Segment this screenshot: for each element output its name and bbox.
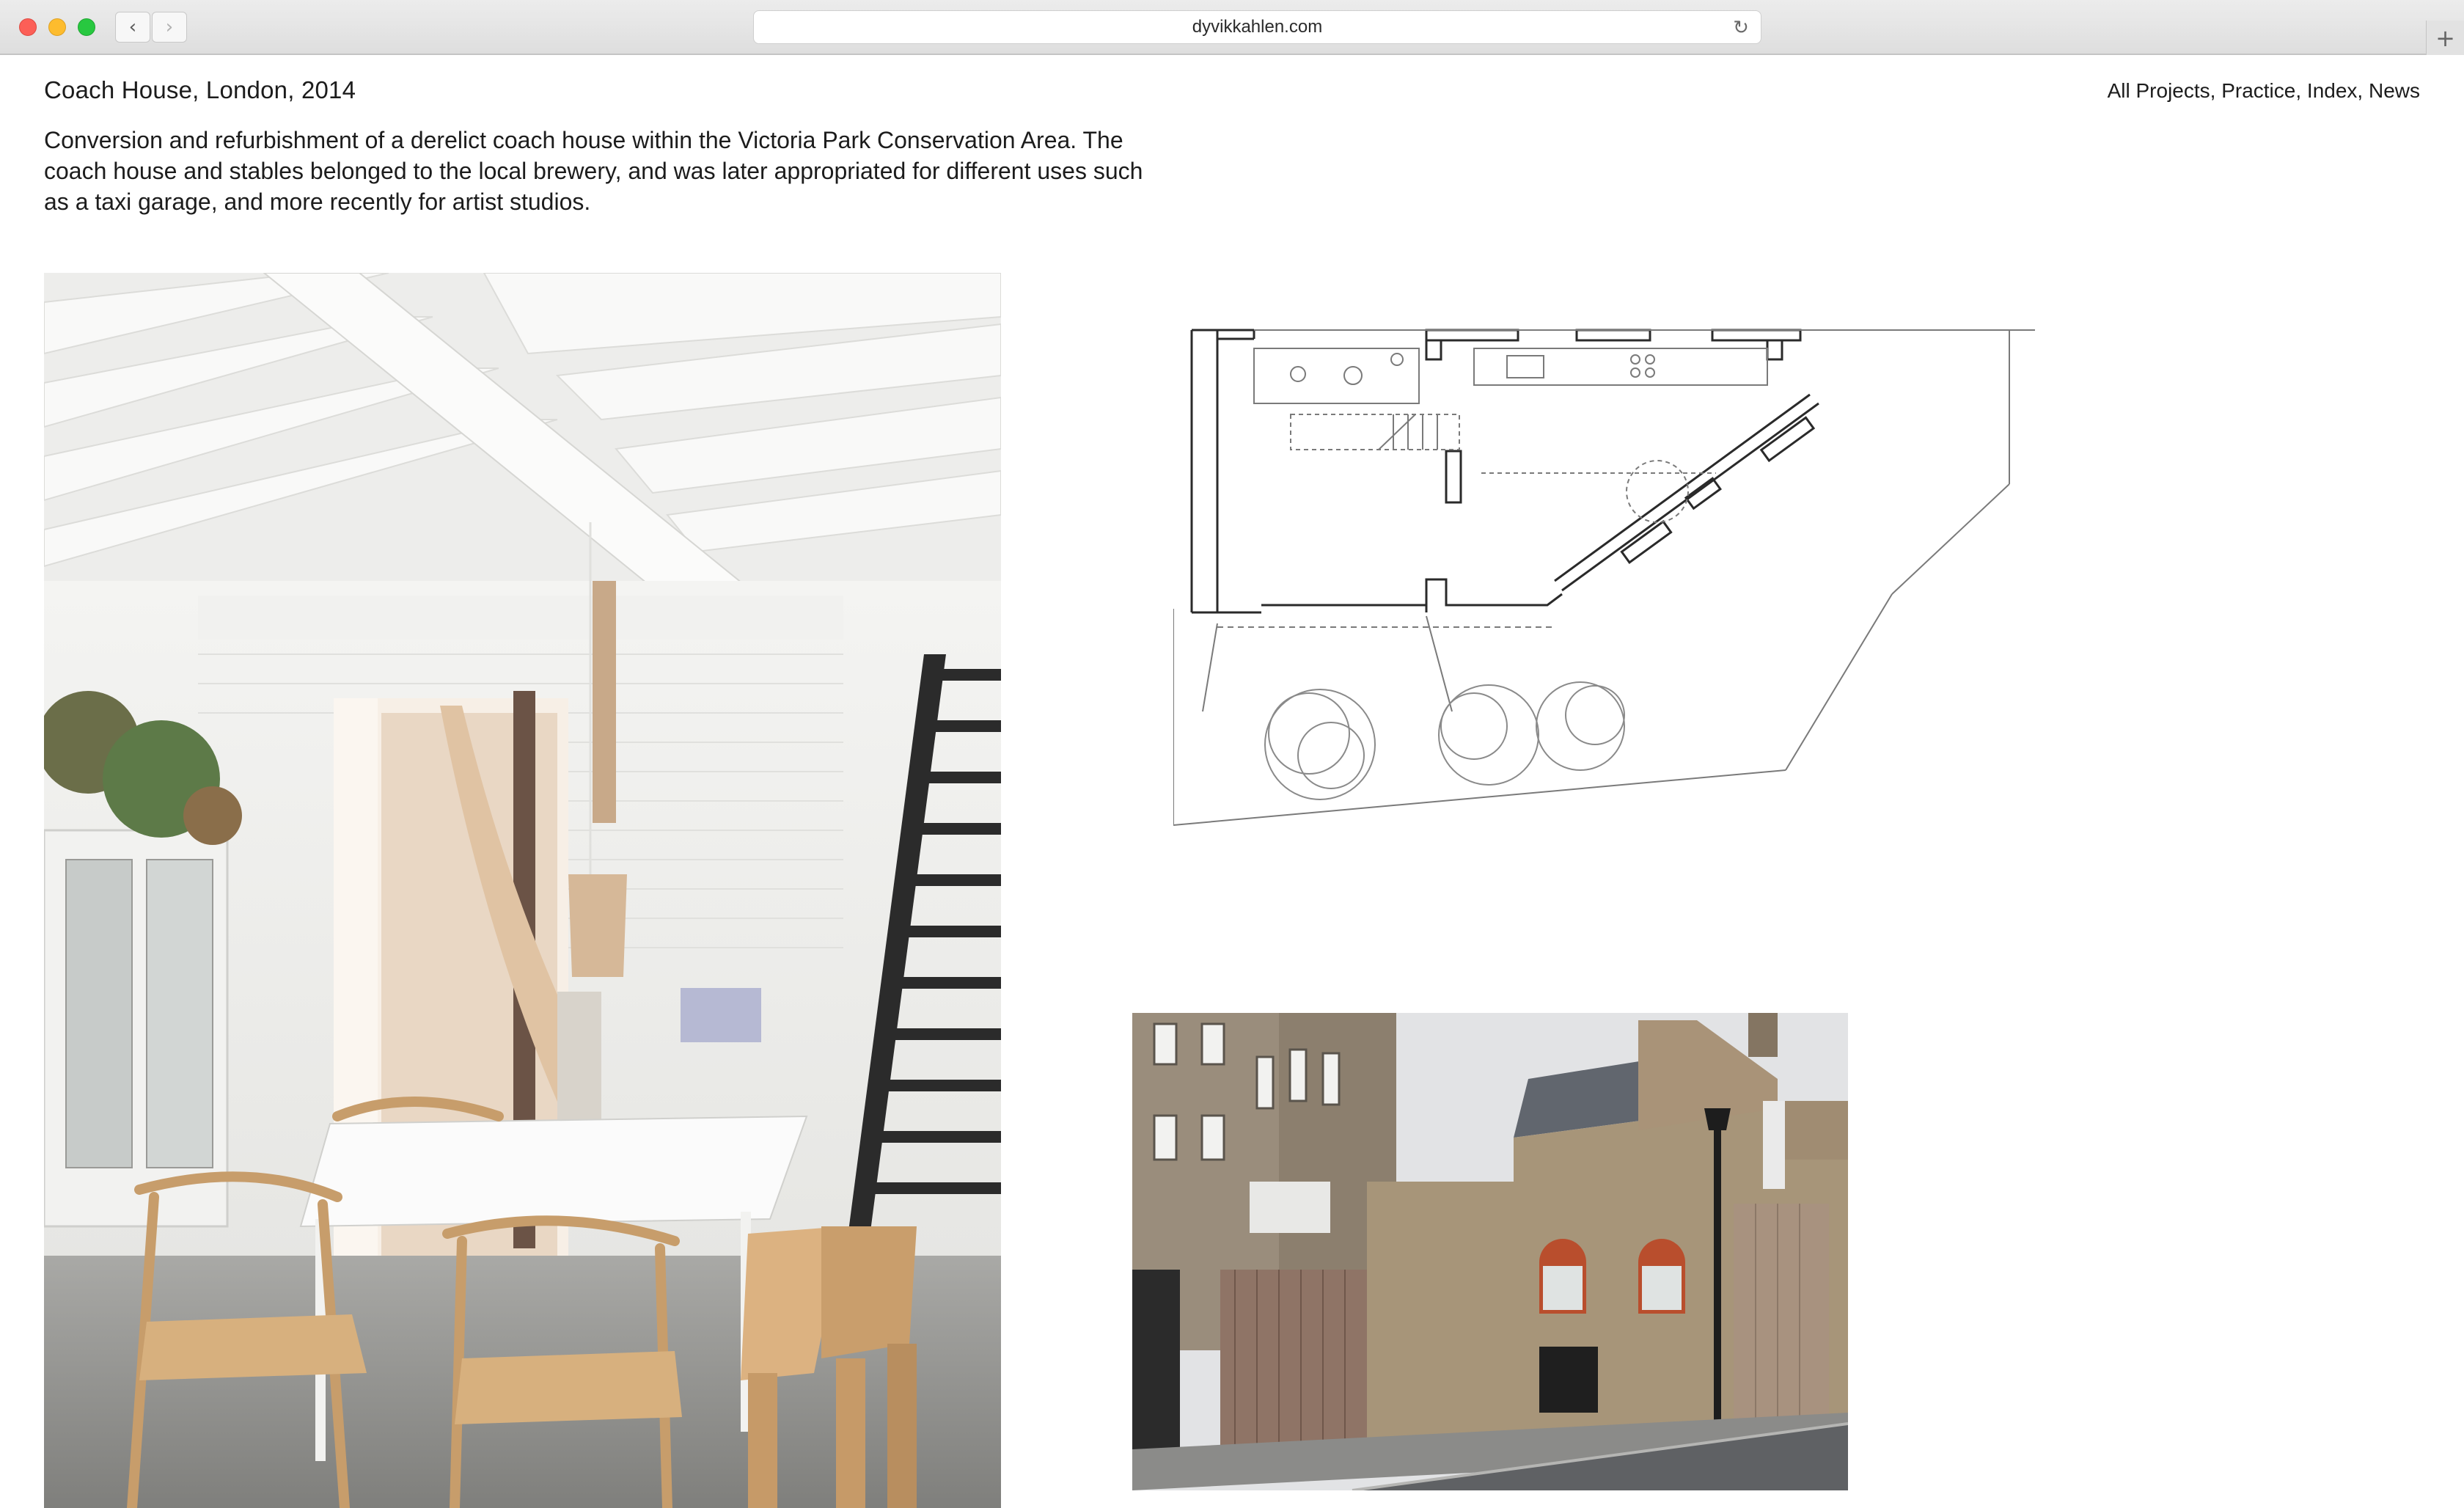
nav-all-projects[interactable]: All Projects bbox=[2108, 79, 2210, 103]
exterior-photo[interactable] bbox=[1132, 1013, 1848, 1490]
window-close-button[interactable] bbox=[19, 18, 37, 36]
chevron-left-icon: ‹ bbox=[128, 16, 137, 38]
window-minimize-button[interactable] bbox=[48, 18, 66, 36]
project-description: Conversion and refurbishment of a dereli… bbox=[44, 127, 1143, 215]
new-tab-button[interactable]: + bbox=[2426, 21, 2464, 55]
chevron-right-icon: › bbox=[165, 16, 174, 38]
url-text: dyvikkahlen.com bbox=[1192, 17, 1323, 37]
window-maximize-button[interactable] bbox=[78, 18, 95, 36]
nav-news[interactable]: News bbox=[2369, 79, 2420, 103]
nav-practice[interactable]: Practice bbox=[2221, 79, 2295, 103]
address-bar[interactable]: dyvikkahlen.com ↻ bbox=[753, 10, 1761, 44]
floor-plan-drawing[interactable] bbox=[1173, 315, 2046, 843]
nav-separator: , bbox=[2210, 79, 2222, 102]
back-button[interactable]: ‹ bbox=[115, 12, 150, 43]
nav-separator: , bbox=[2357, 79, 2369, 102]
reload-icon: ↻ bbox=[1733, 17, 1749, 39]
nav-separator: , bbox=[2295, 79, 2307, 102]
interior-photo[interactable] bbox=[44, 273, 1001, 1508]
reload-button[interactable]: ↻ bbox=[1728, 15, 1753, 40]
forward-button[interactable]: › bbox=[152, 12, 187, 43]
site-nav: All Projects , Practice , Index , News bbox=[2108, 79, 2420, 103]
browser-toolbar: ‹ › dyvikkahlen.com ↻ + bbox=[0, 0, 2464, 55]
plus-icon: + bbox=[2435, 23, 2455, 52]
project-title: Coach House, London, 2014 bbox=[44, 76, 356, 103]
nav-index[interactable]: Index bbox=[2307, 79, 2358, 103]
